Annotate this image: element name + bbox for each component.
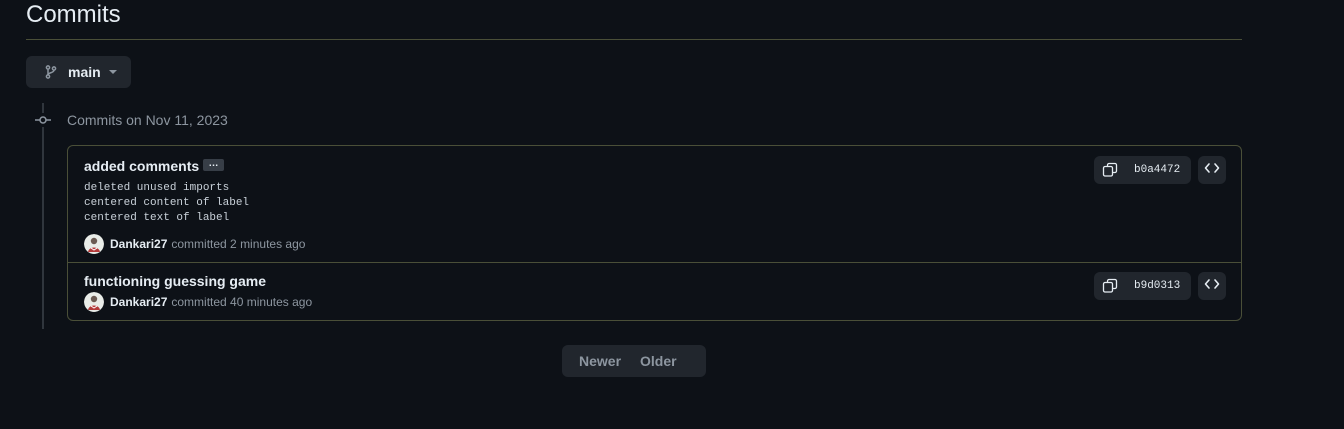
browse-repo-button[interactable] [1198,272,1226,300]
git-branch-icon [43,64,59,80]
sha-box: b9d0313 [1094,272,1191,300]
user-avatar[interactable] [84,234,104,254]
commit-title-link[interactable]: added comments [84,157,199,175]
code-icon [1204,161,1220,179]
commit-list: added comments … deleted unused imports … [67,145,1242,321]
commit-meta: Dankari27 committed 40 minutes ago [84,292,312,312]
copy-icon[interactable] [1102,278,1118,294]
commit-time: committed 40 minutes ago [171,295,313,309]
expand-message-button[interactable]: … [203,158,224,171]
commit-message-line: centered text of label [84,212,230,224]
caret-down-icon [108,69,118,75]
commit-time: committed 2 minutes ago [171,237,306,251]
older-button[interactable]: Older [640,353,677,369]
commit-sha-link[interactable]: b0a4472 [1134,164,1180,176]
sha-box: b0a4472 [1094,156,1191,184]
commit-row: functioning guessing game Dankari27 comm… [68,263,1241,320]
commit-author-link[interactable]: Dankari27 [110,295,167,309]
commit-row: added comments … deleted unused imports … [68,146,1241,263]
timeline-line [42,103,44,329]
commit-message-line: deleted unused imports [84,182,230,194]
commit-meta: Dankari27 committed 2 minutes ago [84,234,305,254]
copy-icon[interactable] [1102,162,1118,178]
commit-message-body: deleted unused imports centered content … [84,181,249,226]
user-avatar[interactable] [84,292,104,312]
commit-title-link[interactable]: functioning guessing game [84,272,266,290]
commit-author-link[interactable]: Dankari27 [110,237,167,251]
branch-name: main [68,64,101,80]
newer-button[interactable]: Newer [579,353,621,369]
title-divider [26,39,1242,40]
browse-repo-button[interactable] [1198,156,1226,184]
commit-sha-link[interactable]: b9d0313 [1134,280,1180,292]
commit-actions: b9d0313 [1094,272,1226,300]
commit-message-line: centered content of label [84,197,250,209]
page-title: Commits [26,1,121,28]
git-commit-icon [35,113,51,127]
code-icon [1204,277,1220,295]
pagination: Newer Older [562,345,706,377]
branch-selector-button[interactable]: main [26,56,131,88]
commit-group-heading: Commits on Nov 11, 2023 [67,112,228,128]
commit-actions: b0a4472 [1094,156,1226,184]
